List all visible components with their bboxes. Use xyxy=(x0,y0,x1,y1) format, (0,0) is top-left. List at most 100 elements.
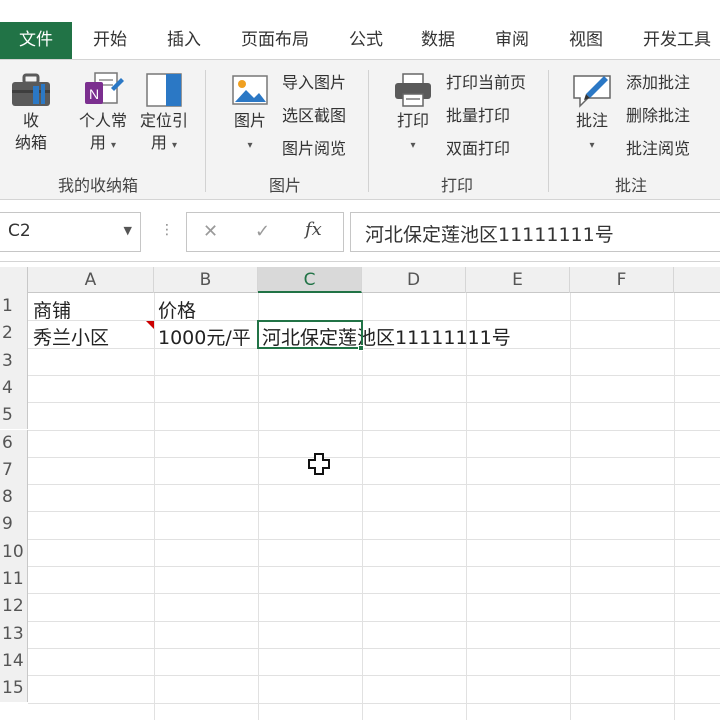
row-gridline xyxy=(28,702,720,704)
row-header[interactable]: 12 xyxy=(0,593,28,621)
delete-comment-button[interactable]: 删除批注 xyxy=(626,101,690,131)
row-header[interactable]: 9 xyxy=(0,511,28,539)
tab-page-layout[interactable]: 页面布局 xyxy=(232,22,318,60)
row-header[interactable]: 10 xyxy=(0,538,28,566)
column-gridline xyxy=(362,293,363,720)
row-gridline xyxy=(28,429,720,431)
picture-icon xyxy=(232,75,268,105)
toolbox-icon xyxy=(12,73,50,106)
group-label-storage: 我的收纳箱 xyxy=(57,176,138,195)
personal-favorites-button[interactable]: N 个人常 用 ▾ xyxy=(74,70,132,157)
duplex-print-button[interactable]: 双面打印 xyxy=(446,134,510,164)
row-header[interactable]: 3 xyxy=(0,347,28,375)
group-separator xyxy=(548,70,549,192)
formula-bar: C2 ▼ ⋮ ✕ ✓ fx 河北保定莲池区11111111号 xyxy=(0,200,720,262)
comment-browse-button[interactable]: 批注阅览 xyxy=(626,134,690,164)
column-gridline xyxy=(258,293,259,720)
tab-home[interactable]: 开始 xyxy=(80,22,140,60)
title-strip xyxy=(0,0,720,16)
row-header[interactable]: 5 xyxy=(0,402,28,430)
column-header-c[interactable]: C xyxy=(258,267,362,293)
row-gridline xyxy=(28,320,720,322)
tab-view[interactable]: 视图 xyxy=(556,22,616,60)
tab-insert[interactable]: 插入 xyxy=(154,22,214,60)
print-button-label: 打印 xyxy=(396,111,429,130)
row-header[interactable]: 2 xyxy=(0,320,28,348)
locate-reference-label-2: 用 xyxy=(150,133,167,152)
locate-reference-icon xyxy=(146,73,182,107)
row-gridline xyxy=(28,593,720,595)
image-button[interactable]: 图片 ▾ xyxy=(222,70,278,157)
name-box[interactable]: C2 ▼ xyxy=(0,212,141,252)
group-separator xyxy=(205,70,206,192)
active-cell-selection xyxy=(257,320,363,349)
tab-file[interactable]: 文件 xyxy=(0,22,72,60)
select-all-corner[interactable] xyxy=(0,267,28,293)
row-gridline xyxy=(28,402,720,404)
chevron-down-icon: ▾ xyxy=(172,140,178,151)
tab-data[interactable]: 数据 xyxy=(408,22,468,60)
vertical-dots-icon[interactable]: ⋮ xyxy=(160,222,174,238)
add-comment-button[interactable]: 添加批注 xyxy=(626,68,690,98)
image-browse-button[interactable]: 图片阅览 xyxy=(282,134,346,164)
group-label-print: 打印 xyxy=(440,176,473,195)
row-gridline xyxy=(28,675,720,677)
row-header[interactable]: 8 xyxy=(0,484,28,512)
tab-review[interactable]: 审阅 xyxy=(482,22,542,60)
storage-box-label-2: 纳箱 xyxy=(14,133,47,152)
cell-b2[interactable]: 1000元/平 xyxy=(158,323,258,350)
cell-a1[interactable]: 商铺 xyxy=(33,296,71,323)
fill-handle[interactable] xyxy=(358,345,364,351)
tab-developer[interactable]: 开发工具 xyxy=(634,22,720,60)
chevron-down-icon: ▾ xyxy=(589,140,595,151)
row-header[interactable]: 6 xyxy=(0,429,28,457)
row-header[interactable]: 13 xyxy=(0,620,28,648)
comment-icon xyxy=(573,75,611,108)
printer-icon xyxy=(395,73,431,107)
svg-text:N: N xyxy=(89,86,99,102)
column-gridline xyxy=(466,293,467,720)
batch-print-button[interactable]: 批量打印 xyxy=(446,101,510,131)
formula-input[interactable]: 河北保定莲池区11111111号 xyxy=(350,212,720,252)
column-header-a[interactable]: A xyxy=(28,267,154,293)
column-gridline xyxy=(674,293,675,720)
row-header[interactable]: 7 xyxy=(0,456,28,485)
cell-b1[interactable]: 价格 xyxy=(158,296,196,323)
group-label-comment: 批注 xyxy=(614,176,647,195)
group-label-image: 图片 xyxy=(268,176,301,195)
chevron-down-icon: ▾ xyxy=(247,140,253,151)
row-header[interactable]: 15 xyxy=(0,675,28,703)
comment-button-label: 批注 xyxy=(575,111,608,130)
row-header[interactable]: 14 xyxy=(0,647,28,676)
insert-function-icon[interactable]: fx xyxy=(305,219,322,240)
tab-formulas[interactable]: 公式 xyxy=(336,22,396,60)
region-screenshot-button[interactable]: 选区截图 xyxy=(282,101,346,131)
storage-box-button[interactable]: 收 纳箱 xyxy=(6,70,56,154)
print-button[interactable]: 打印 ▾ xyxy=(384,70,442,157)
chevron-down-icon: ▾ xyxy=(111,140,117,151)
locate-reference-button[interactable]: 定位引 用 ▾ xyxy=(134,70,194,157)
cell-a2[interactable]: 秀兰小区 xyxy=(33,323,109,350)
print-current-page-button[interactable]: 打印当前页 xyxy=(446,68,526,98)
chevron-down-icon: ▾ xyxy=(410,140,416,151)
row-header[interactable]: 4 xyxy=(0,374,28,403)
cancel-icon[interactable]: ✕ xyxy=(203,221,218,242)
spreadsheet-grid: A B C D E F 1 2 3 4 5 6 7 8 9 10 11 12 13 14 15 商铺 价格 … xyxy=(0,262,720,720)
row-gridline xyxy=(28,566,720,567)
row-gridline xyxy=(28,484,720,486)
row-header[interactable]: 11 xyxy=(0,566,28,594)
image-button-label: 图片 xyxy=(233,111,266,130)
chevron-down-icon[interactable]: ▼ xyxy=(124,224,132,237)
row-header[interactable]: 1 xyxy=(0,293,28,321)
column-header-f[interactable]: F xyxy=(570,267,674,293)
column-header-d[interactable]: D xyxy=(362,267,466,293)
confirm-icon[interactable]: ✓ xyxy=(255,221,270,242)
row-gridline xyxy=(28,538,720,540)
comment-indicator[interactable] xyxy=(146,321,154,329)
comment-button[interactable]: 批注 ▾ xyxy=(562,70,622,157)
row-gridline xyxy=(28,511,720,513)
column-header-b[interactable]: B xyxy=(154,267,258,293)
row-gridline xyxy=(28,620,720,622)
column-header-e[interactable]: E xyxy=(466,267,570,293)
import-image-button[interactable]: 导入图片 xyxy=(282,68,346,98)
